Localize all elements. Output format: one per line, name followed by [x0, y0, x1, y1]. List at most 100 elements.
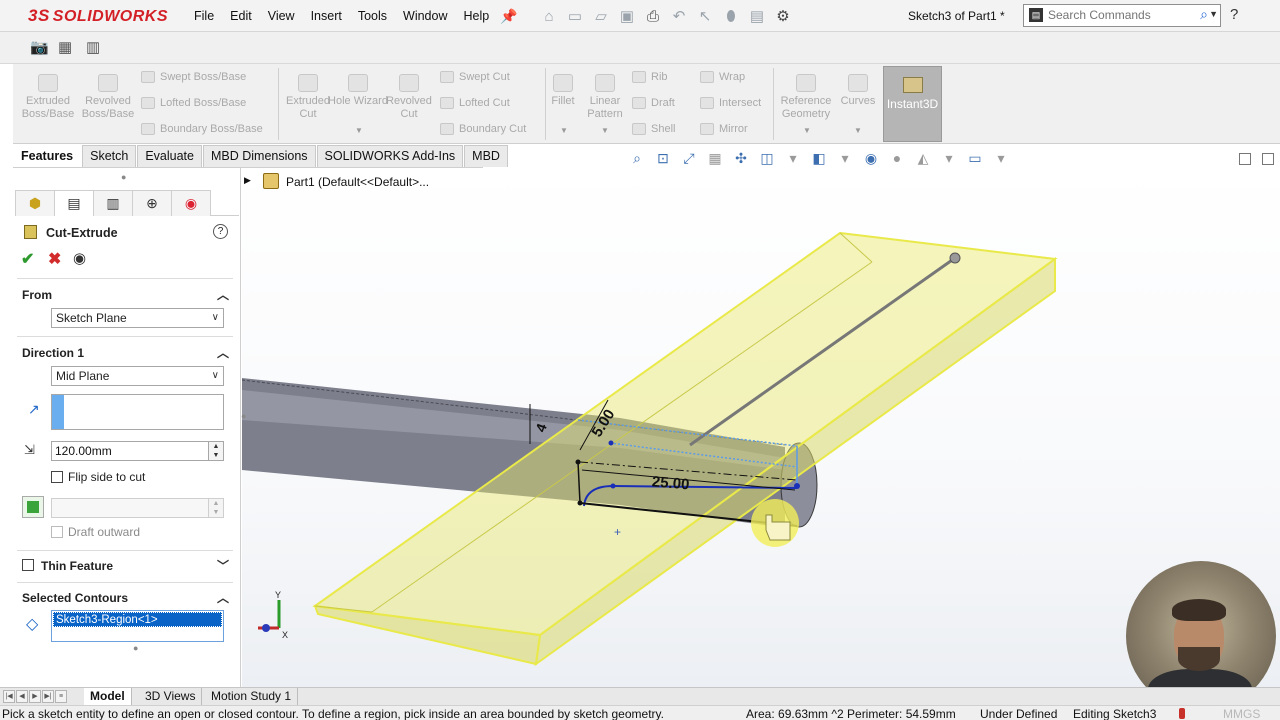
draft-button[interactable]: Draft [632, 94, 675, 112]
mirror-button[interactable]: Mirror [700, 120, 748, 138]
selected-contours-list[interactable]: Sketch3-Region<1> [51, 610, 224, 642]
depth-input[interactable] [51, 441, 211, 461]
chevron-down-icon[interactable]: ﹀ [217, 557, 229, 574]
shell-button[interactable]: Shell [632, 120, 675, 138]
selected-contours-group-header[interactable]: Selected Contours ︿ [17, 588, 233, 608]
linear-pattern-button[interactable]: Linear Pattern [575, 74, 635, 121]
open-document-icon[interactable]: ▱ [590, 5, 612, 27]
chevron-up-icon[interactable]: ︿ [217, 286, 229, 303]
view-settings-icon[interactable]: ▭ [964, 150, 986, 168]
menu-file[interactable]: File [186, 9, 222, 23]
file-properties-icon[interactable]: ▤ [746, 5, 768, 27]
curves-button[interactable]: Curves [828, 74, 888, 108]
depth-spinner[interactable]: ▲ ▼ [208, 441, 224, 461]
chevron-up-icon[interactable]: ︿ [217, 589, 229, 606]
hole-wizard-dropdown-icon[interactable]: ▼ [355, 126, 363, 135]
print-icon[interactable]: ⎙ [642, 5, 664, 27]
hide-show-items-icon[interactable]: ◉ [860, 150, 882, 168]
tab-mbd[interactable]: MBD [464, 145, 508, 167]
tab-motion-study-1[interactable]: Motion Study 1 [205, 688, 299, 705]
tab-solidworks-add-ins[interactable]: SOLIDWORKS Add-Ins [316, 145, 464, 167]
from-select[interactable]: Sketch Plane ∨ [51, 308, 224, 328]
wrap-button[interactable]: Wrap [700, 68, 745, 86]
linear-pattern-dropdown-icon[interactable]: ▼ [601, 126, 609, 135]
curves-dropdown-icon[interactable]: ▼ [854, 126, 862, 135]
rebuild-indicator-icon[interactable] [1179, 708, 1185, 719]
detailed-preview-eye-icon[interactable]: ◉ [73, 249, 86, 267]
next-tab-icon[interactable]: ▶ [29, 690, 41, 703]
list-item[interactable]: Sketch3-Region<1> [53, 612, 222, 627]
boundary-boss-button[interactable]: Boundary Boss/Base [141, 120, 263, 138]
last-tab-icon[interactable]: ▶| [42, 690, 54, 703]
new-document-icon[interactable]: ▭ [564, 5, 586, 27]
reference-geometry-dropdown-icon[interactable]: ▼ [803, 126, 811, 135]
tab-3d-views[interactable]: 3D Views [139, 688, 203, 705]
section-view-icon[interactable]: ▦ [704, 150, 726, 168]
featuremanager-tab-icon[interactable]: ⬢ [15, 190, 55, 216]
ok-checkmark-icon[interactable]: ✔ [21, 249, 34, 269]
list-resize-handle[interactable]: ● [133, 643, 138, 653]
first-tab-icon[interactable]: |◀ [3, 690, 15, 703]
tab-model[interactable]: Model [84, 688, 132, 705]
from-group-header[interactable]: From ︿ [17, 285, 233, 305]
thin-feature-group-header[interactable]: Thin Feature ﹀ [17, 556, 233, 576]
view-orientation-icon[interactable]: ◫ [756, 150, 778, 168]
rebuild-icon[interactable]: ⬮ [720, 5, 742, 27]
swept-boss-button[interactable]: Swept Boss/Base [141, 68, 246, 86]
fillet-dropdown-icon[interactable]: ▼ [560, 126, 568, 135]
dynamic-annotation-icon[interactable]: ✣ [730, 150, 752, 168]
chevron-up-icon[interactable]: ︿ [217, 344, 229, 361]
expand-arrow-icon[interactable]: ▶ [244, 175, 251, 186]
thin-feature-checkbox[interactable] [22, 559, 34, 571]
end-condition-select[interactable]: Mid Plane ∨ [51, 366, 224, 386]
search-commands-box[interactable]: ▤ ⌕ ▼ [1023, 4, 1221, 27]
panel-resize-handle[interactable]: ● [121, 172, 126, 182]
menu-tools[interactable]: Tools [350, 9, 395, 23]
solidworks-logo[interactable]: 3S SOLIDWORKS [28, 6, 168, 26]
record-icon[interactable]: ▦ [58, 38, 72, 56]
previous-view-icon[interactable]: ⤢ [678, 150, 700, 168]
search-icon[interactable]: ⌕ [1200, 6, 1208, 23]
lofted-cut-button[interactable]: Lofted Cut [440, 94, 510, 112]
zoom-to-fit-icon[interactable]: ⌕ [626, 150, 648, 168]
dimxpert-tab-icon[interactable]: ⊕ [132, 190, 172, 216]
chevron-down-icon[interactable]: ▾ [990, 150, 1012, 168]
propertymanager-tab-icon[interactable]: ▤ [54, 190, 94, 216]
chevron-down-icon[interactable]: ▾ [782, 150, 804, 168]
display-manager-tab-icon[interactable]: ◉ [171, 190, 211, 216]
tab-mbd-dimensions[interactable]: MBD Dimensions [202, 145, 316, 167]
menu-insert[interactable]: Insert [303, 9, 350, 23]
swept-cut-button[interactable]: Swept Cut [440, 68, 510, 86]
help-icon[interactable]: ? [1230, 6, 1238, 23]
menu-help[interactable]: Help [456, 9, 498, 23]
chevron-down-icon[interactable]: ▾ [834, 150, 856, 168]
revolved-boss-button[interactable]: Revolved Boss/Base [78, 74, 138, 121]
save-icon[interactable]: ▣ [616, 5, 638, 27]
lofted-boss-button[interactable]: Lofted Boss/Base [141, 94, 246, 112]
units-selector[interactable]: MMGS [1223, 707, 1260, 720]
tab-evaluate[interactable]: Evaluate [137, 145, 202, 167]
options-gear-icon[interactable]: ⚙ [772, 5, 794, 27]
revolved-cut-button[interactable]: Revolved Cut [379, 74, 439, 121]
edit-appearance-icon[interactable]: ● [886, 150, 908, 168]
boundary-cut-button[interactable]: Boundary Cut [440, 120, 526, 138]
direction-of-extrusion-field[interactable] [51, 394, 224, 430]
configurationmanager-tab-icon[interactable]: ▥ [93, 190, 133, 216]
maximize-panel-icon[interactable] [1262, 153, 1274, 165]
pin-menu-icon[interactable]: 📌 [500, 8, 517, 25]
feature-tree-root[interactable]: Part1 (Default<<Default>... [286, 175, 429, 189]
intersect-button[interactable]: Intersect [700, 94, 761, 112]
menu-edit[interactable]: Edit [222, 9, 260, 23]
direction1-group-header[interactable]: Direction 1 ︿ [17, 343, 233, 363]
extruded-boss-button[interactable]: Extruded Boss/Base [18, 74, 78, 121]
reference-geometry-button[interactable]: Reference Geometry [776, 74, 836, 121]
chevron-down-icon[interactable]: ▾ [938, 150, 960, 168]
search-input[interactable] [1048, 8, 1188, 22]
apply-scene-icon[interactable]: ◭ [912, 150, 934, 168]
help-icon[interactable]: ? [213, 224, 228, 239]
rib-button[interactable]: Rib [632, 68, 668, 86]
checkbox-box[interactable] [51, 471, 63, 483]
graphics-area[interactable]: 5.00 25.00 4 + Y X [242, 168, 1280, 687]
tab-features[interactable]: Features [13, 145, 82, 167]
menu-window[interactable]: Window [395, 9, 455, 23]
